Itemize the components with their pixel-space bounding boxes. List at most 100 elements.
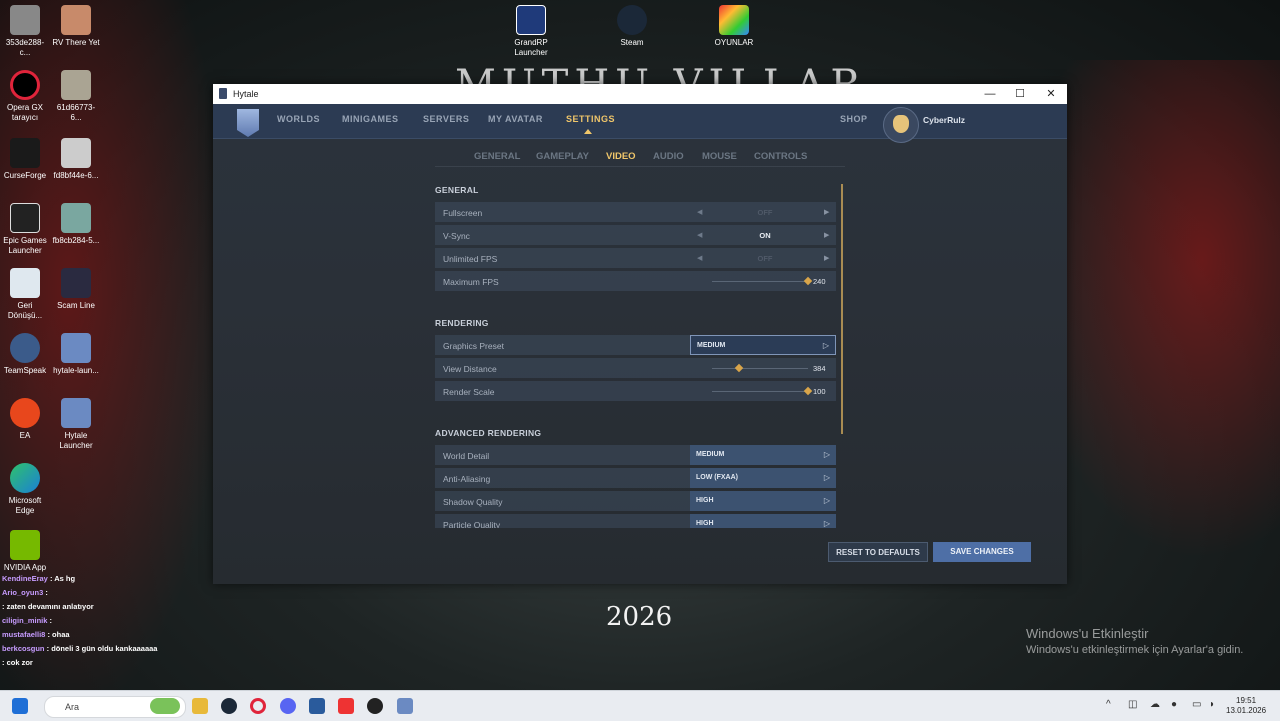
obs-icon[interactable]: [367, 698, 383, 714]
maximize-button[interactable]: ☐: [1005, 85, 1035, 103]
app-icon[interactable]: [338, 698, 354, 714]
network-icon[interactable]: ▭: [1192, 699, 1201, 710]
world-detail-dropdown[interactable]: MEDIUM ▷: [690, 445, 836, 465]
desktop-icon-opera-gx[interactable]: Opera GX tarayıcı: [1, 70, 49, 123]
username[interactable]: CyberRulz: [923, 115, 965, 125]
setting-label: Render Scale: [443, 387, 495, 397]
hytale-window: Hytale — ☐ ✕ WORLDS MINIGAMES SERVERS MY…: [213, 84, 1067, 584]
chevron-up-icon[interactable]: ^: [1106, 699, 1111, 710]
nav-minigames[interactable]: MINIGAMES: [342, 114, 399, 124]
hytale-logo-icon[interactable]: [237, 109, 259, 137]
desktop-icon-file-2[interactable]: 61d66773-6...: [52, 70, 100, 123]
desktop-icon-epic-games[interactable]: Epic Games Launcher: [1, 203, 49, 256]
chat-message: mustafaelli8 : ohaa: [2, 630, 70, 639]
app-icon[interactable]: [309, 698, 325, 714]
setting-label: Particle Quality: [443, 520, 501, 528]
setting-label: Shadow Quality: [443, 497, 503, 507]
desktop-icon-rv-there-yet[interactable]: RV There Yet: [52, 5, 100, 48]
settings-scrollbar[interactable]: [841, 184, 843, 434]
render-scale-slider[interactable]: [712, 386, 813, 396]
setting-value: 100: [813, 387, 826, 396]
tray-app-icon[interactable]: ◫: [1128, 699, 1137, 710]
setting-label: Maximum FPS: [443, 277, 499, 287]
microphone-icon[interactable]: ●: [1171, 699, 1177, 710]
steam-icon[interactable]: [221, 698, 237, 714]
slider-handle[interactable]: [734, 363, 744, 373]
desktop-icon-edge[interactable]: Microsoft Edge: [1, 463, 49, 516]
desktop-icon-oyunlar[interactable]: OYUNLAR: [710, 5, 758, 48]
setting-label: Graphics Preset: [443, 341, 504, 351]
close-button[interactable]: ✕: [1036, 85, 1066, 103]
graphics-preset-dropdown[interactable]: MEDIUM ▷: [690, 335, 836, 355]
nav-my-avatar[interactable]: MY AVATAR: [488, 114, 543, 124]
arrow-right-icon: ▷: [823, 496, 830, 505]
desktop-icon-file-1[interactable]: 353de288-c...: [1, 5, 49, 58]
desktop-icon-file-3[interactable]: fd8bf44e-6...: [52, 138, 100, 181]
tab-mouse[interactable]: MOUSE: [702, 151, 737, 162]
tab-video[interactable]: VIDEO: [606, 151, 636, 162]
taskbar-clock[interactable]: 19:51 13.01.2026: [1226, 696, 1266, 716]
nav-worlds[interactable]: WORLDS: [277, 114, 320, 124]
desktop-icon-hytale-launcher-file[interactable]: hytale-laun...: [52, 333, 100, 376]
dropdown-value: HIGH: [696, 497, 714, 504]
stream-chat-overlay: KendineEray : As hg Ario_oyun3 : : zaten…: [2, 572, 157, 670]
window-titlebar[interactable]: Hytale — ☐ ✕: [213, 84, 1067, 104]
search-placeholder: Ara: [65, 702, 80, 712]
arrow-left-icon[interactable]: ◀: [697, 208, 702, 216]
nav-shop[interactable]: SHOP: [840, 114, 868, 124]
desktop-icon-teamspeak[interactable]: TeamSpeak: [1, 333, 49, 376]
opera-gx-icon[interactable]: [250, 698, 266, 714]
desktop-icon-recycle-bin[interactable]: Geri Dönüşü...: [1, 268, 49, 321]
hytale-icon[interactable]: [397, 698, 413, 714]
windows-activation-notice: Windows'u Etkinleştir Windows'u etkinleş…: [1026, 626, 1243, 656]
tab-controls[interactable]: CONTROLS: [754, 151, 807, 162]
arrow-left-icon[interactable]: ◀: [697, 254, 702, 262]
steam-icon: [617, 5, 647, 35]
minimize-button[interactable]: —: [975, 85, 1005, 103]
arrow-right-icon: ▷: [822, 341, 829, 350]
reset-to-defaults-button[interactable]: RESET TO DEFAULTS: [828, 542, 928, 562]
discord-icon[interactable]: [280, 698, 296, 714]
settings-subtabs: GENERAL GAMEPLAY VIDEO AUDIO MOUSE CONTR…: [435, 146, 845, 167]
max-fps-slider[interactable]: [712, 276, 813, 286]
arrow-right-icon[interactable]: ▶: [824, 208, 829, 216]
file-icon: [61, 138, 91, 168]
game-icon: [61, 268, 91, 298]
desktop-icon-curseforge[interactable]: CurseForge: [1, 138, 49, 181]
file-explorer-icon[interactable]: [192, 698, 208, 714]
save-changes-button[interactable]: SAVE CHANGES: [933, 542, 1031, 562]
section-rendering: RENDERING: [435, 318, 489, 328]
shadow-quality-dropdown[interactable]: HIGH ▷: [690, 491, 836, 511]
recycle-bin-icon: [10, 268, 40, 298]
anti-aliasing-dropdown[interactable]: LOW (FXAA) ▷: [690, 468, 836, 488]
desktop-icon-file-4[interactable]: fb8cb284-5...: [52, 203, 100, 246]
desktop-icon-hytale-launcher[interactable]: Hytale Launcher: [52, 398, 100, 451]
tab-general[interactable]: GENERAL: [474, 151, 520, 162]
slider-handle[interactable]: [803, 386, 813, 396]
setting-row-graphics-preset: Graphics Preset MEDIUM ▷: [435, 335, 836, 355]
desktop-icon-steam[interactable]: Steam: [608, 5, 656, 48]
nav-servers[interactable]: SERVERS: [423, 114, 469, 124]
arrow-right-icon[interactable]: ▶: [824, 254, 829, 262]
desktop-icon-ea[interactable]: EA: [1, 398, 49, 441]
avatar[interactable]: [883, 107, 919, 143]
volume-icon[interactable]: ◗: [1209, 699, 1215, 710]
widgets-icon[interactable]: [150, 698, 180, 714]
tab-gameplay[interactable]: GAMEPLAY: [536, 151, 589, 162]
arrow-right-icon[interactable]: ▶: [824, 231, 829, 239]
tray-app-icon[interactable]: ☁: [1150, 699, 1160, 710]
desktop-icon-nvidia-app[interactable]: NVIDIA App: [1, 530, 49, 573]
activation-title: Windows'u Etkinleştir: [1026, 626, 1149, 641]
desktop-icon-scam-line[interactable]: Scam Line: [52, 268, 100, 311]
dropdown-value: LOW (FXAA): [696, 474, 738, 481]
tab-audio[interactable]: AUDIO: [653, 151, 684, 162]
nav-settings[interactable]: SETTINGS: [566, 114, 615, 124]
particle-quality-dropdown[interactable]: HIGH ▷: [690, 514, 836, 528]
arrow-left-icon[interactable]: ◀: [697, 231, 702, 239]
view-distance-slider[interactable]: [712, 363, 808, 373]
slider-handle[interactable]: [803, 276, 813, 286]
file-icon: [10, 5, 40, 35]
desktop-icon-grandrp[interactable]: GrandRP Launcher: [507, 5, 555, 58]
start-icon[interactable]: [12, 698, 28, 714]
section-advanced-rendering: ADVANCED RENDERING: [435, 428, 542, 438]
